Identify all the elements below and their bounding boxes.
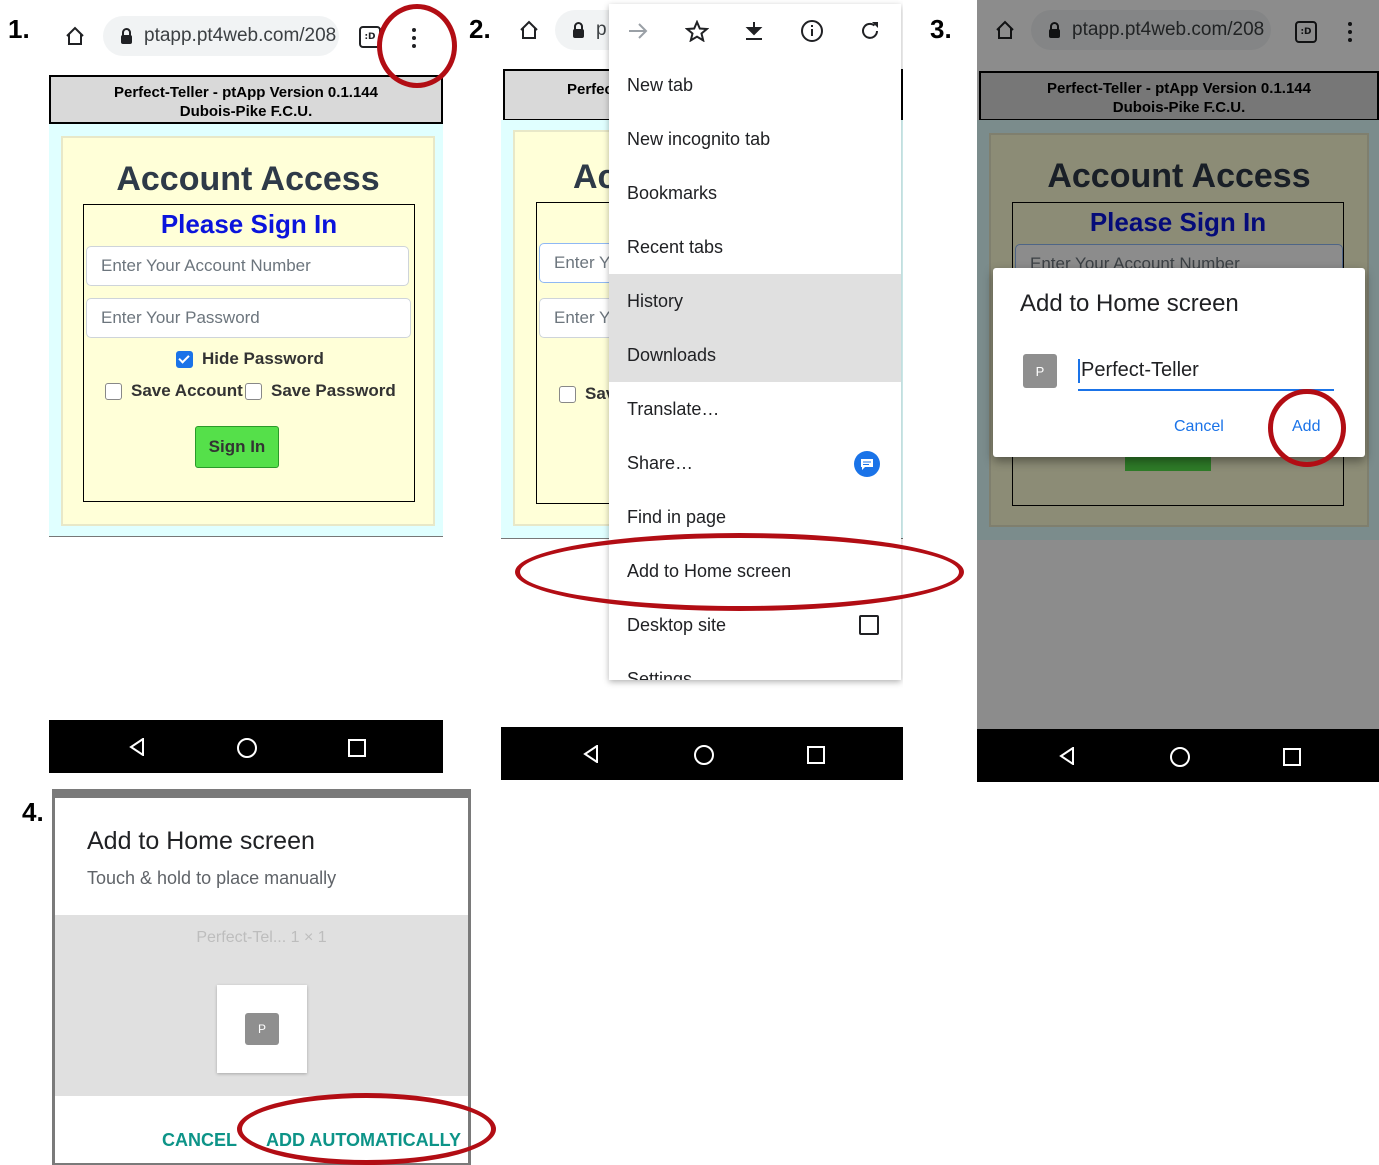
step-label-4: 4.	[22, 797, 44, 827]
menu-item-share[interactable]: Share…	[609, 436, 901, 490]
cancel-button[interactable]: CANCEL	[162, 1130, 237, 1151]
home-circle-icon[interactable]	[237, 738, 257, 758]
home-circle-icon[interactable]	[694, 745, 714, 765]
url-text: ptapp.pt4web.com/208	[144, 25, 337, 46]
forward-arrow-icon[interactable]	[627, 21, 649, 41]
menu-item-translate[interactable]: Translate…	[609, 382, 901, 436]
signin-title: Please Sign In	[160, 209, 338, 239]
save-account-label: Save Account	[131, 381, 243, 400]
header-title: Perfect-Teller - ptApp Version 0.1.144	[114, 84, 378, 101]
android-nav-bar	[49, 720, 443, 773]
step-label-1: 1.	[8, 14, 30, 44]
tab-switcher-icon[interactable]: :D	[359, 26, 381, 48]
back-icon[interactable]	[583, 745, 599, 763]
widget-label: Perfect-Tel... 1 × 1	[196, 929, 327, 946]
recents-icon[interactable]	[348, 739, 366, 757]
menu-item-downloads[interactable]: Downloads	[609, 328, 901, 382]
screenshot-step-3: ptapp.pt4web.com/208 :D Perfect-Teller -…	[977, 0, 1379, 782]
account-number-input[interactable]: Enter Your Account Number	[86, 246, 409, 286]
menu-item-new-tab[interactable]: New tab	[609, 58, 901, 112]
menu-item-find-in-page[interactable]: Find in page	[609, 490, 901, 544]
header-subtitle: Dubois-Pike F.C.U.	[179, 103, 313, 120]
screenshot-step-2: p Perfec Ac Enter Y Enter Y Sav New tab …	[501, 0, 903, 782]
site-icon: P	[1023, 354, 1057, 388]
add-button[interactable]: Add	[1292, 418, 1320, 436]
download-icon[interactable]	[743, 20, 765, 42]
desktop-site-checkbox[interactable]	[859, 615, 879, 635]
save-password-checkbox[interactable]: Save Password	[245, 381, 396, 401]
save-password-label: Save Password	[271, 381, 396, 400]
sign-in-button[interactable]: Sign In	[195, 426, 279, 468]
shortcut-name-input[interactable]: Perfect-Teller	[1078, 352, 1334, 391]
hide-password-checkbox[interactable]: Hide Password	[176, 349, 324, 369]
menu-item-add-to-home-screen[interactable]: Add to Home screen	[609, 544, 901, 598]
sheet-subtitle: Touch & hold to place manually	[87, 868, 337, 888]
dialog-title: Add to Home screen	[1020, 290, 1239, 317]
checkbox-empty-icon	[105, 382, 122, 400]
home-circle-icon[interactable]	[1170, 747, 1190, 767]
back-icon[interactable]	[1059, 747, 1075, 765]
url-text: p	[596, 19, 607, 40]
lock-icon	[121, 27, 132, 44]
shortcut-name-value: Perfect-Teller	[1081, 359, 1199, 381]
add-automatically-button[interactable]: ADD AUTOMATICALLY	[266, 1130, 461, 1151]
lock-icon	[573, 21, 584, 38]
widget-preview-tile[interactable]: P	[217, 985, 307, 1073]
recents-icon[interactable]	[1283, 748, 1301, 766]
checkbox-empty-icon	[245, 382, 262, 400]
signin-box: Please Sign In Enter Your Account Number…	[83, 204, 415, 502]
widget-preview-area: Perfect-Tel... 1 × 1 P	[55, 915, 468, 1096]
menu-item-share-label: Share…	[627, 452, 694, 473]
recents-icon[interactable]	[807, 746, 825, 764]
hide-password-label: Hide Password	[202, 349, 324, 368]
account-access-card: Account Access Please Sign In Enter Your…	[61, 136, 435, 526]
cancel-button[interactable]: Cancel	[1174, 418, 1224, 436]
star-bookmark-icon[interactable]	[685, 20, 709, 42]
home-icon[interactable]	[64, 26, 86, 46]
back-icon[interactable]	[129, 738, 145, 756]
site-header: Perfect-Teller - ptApp Version 0.1.144 D…	[49, 75, 443, 124]
info-icon[interactable]	[800, 19, 824, 43]
android-nav-bar	[977, 729, 1379, 782]
chrome-overflow-menu: New tab New incognito tab Bookmarks Rece…	[609, 4, 901, 680]
sheet-title: Add to Home screen	[87, 827, 315, 855]
step-label-2: 2.	[469, 14, 491, 44]
address-bar[interactable]: ptapp.pt4web.com/208	[103, 16, 339, 56]
menu-item-new-incognito-tab[interactable]: New incognito tab	[609, 112, 901, 166]
menu-item-settings-cutoff[interactable]: Settings	[609, 652, 901, 681]
more-menu-icon[interactable]	[412, 28, 416, 52]
reload-icon[interactable]	[859, 20, 881, 42]
checkbox-empty-icon	[559, 385, 576, 403]
checkbox-checked-icon	[176, 350, 193, 368]
menu-item-desktop-site[interactable]: Desktop site	[609, 598, 901, 652]
message-app-icon	[854, 451, 880, 477]
site-icon: P	[245, 1013, 279, 1045]
text-cursor	[1078, 358, 1080, 383]
password-input[interactable]: Enter Your Password	[86, 298, 411, 338]
android-nav-bar	[501, 727, 903, 780]
menu-item-recent-tabs[interactable]: Recent tabs	[609, 220, 901, 274]
screenshot-step-4: Add to Home screen Touch & hold to place…	[52, 789, 471, 1165]
home-icon[interactable]	[518, 20, 540, 40]
menu-item-bookmarks[interactable]: Bookmarks	[609, 166, 901, 220]
save-account-checkbox[interactable]: Save Account	[105, 381, 243, 401]
menu-item-desktop-site-label: Desktop site	[627, 614, 727, 635]
page-title: Account Access	[116, 160, 380, 198]
save-account-checkbox[interactable]: Sav	[559, 384, 615, 404]
add-to-home-dialog: Add to Home screen P Perfect-Teller Canc…	[993, 268, 1365, 457]
menu-item-history[interactable]: History	[609, 274, 901, 328]
step-label-3: 3.	[930, 14, 952, 44]
add-to-home-sheet: Add to Home screen Touch & hold to place…	[55, 798, 468, 1163]
screenshot-step-1: ptapp.pt4web.com/208 :D Perfect-Teller -…	[49, 0, 443, 775]
